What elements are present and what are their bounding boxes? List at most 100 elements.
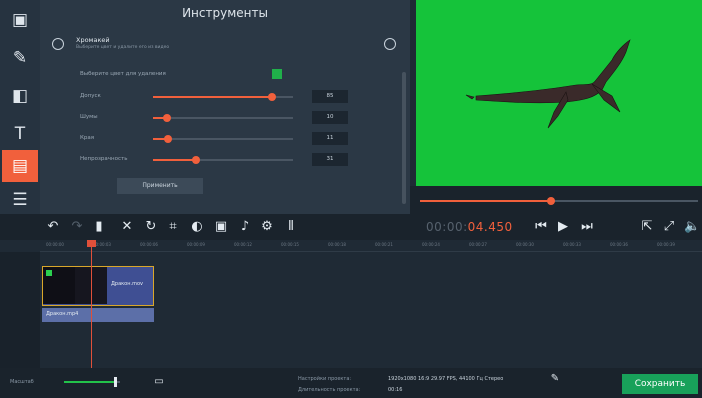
pick-color-row: Выберите цвет для удаления: [80, 68, 290, 82]
project-settings-value: 1920x1080 16:9 29.97 FPS, 44100 Гц Стере…: [388, 376, 504, 382]
effect-header[interactable]: Хромакей Выберите цвет и удалите его из …: [52, 36, 404, 62]
slider-knob[interactable]: [163, 114, 171, 122]
ruler-tick: 00:00:06: [140, 242, 158, 247]
transitions-icon: ◧: [11, 86, 29, 106]
ruler-tick: 00:00:18: [328, 242, 346, 247]
ruler-tick: 00:00:24: [422, 242, 440, 247]
settings-icon[interactable]: ⚙: [260, 219, 274, 235]
back-icon[interactable]: [52, 38, 64, 50]
magic-wand-icon: ✎: [12, 48, 28, 68]
ruler-tick: 00:00:33: [563, 242, 581, 247]
edit-toolbar: ↶ ↷ ▮ ✕ ↻ ⌗ ◐ ▣ ♪ ⚙ ⦀ 00:00:04.450 ⏮ ▶ ⏭…: [0, 214, 702, 240]
apply-button[interactable]: Применить: [117, 178, 203, 194]
param-slider[interactable]: [153, 114, 293, 122]
export-icon[interactable]: ⇱: [640, 219, 654, 235]
preview-seekbar[interactable]: [420, 197, 698, 205]
param-value-field[interactable]: 10: [312, 111, 348, 124]
track-headers: [0, 252, 40, 368]
param-label: Непрозрачность: [80, 156, 128, 162]
project-settings-label: Настройки проекта:: [298, 376, 352, 382]
effect-description: Выберите цвет и удалите его из видео: [76, 45, 170, 50]
seek-knob[interactable]: [546, 197, 555, 205]
save-button[interactable]: Сохранить: [622, 374, 698, 394]
info-icon[interactable]: [384, 38, 396, 50]
param-tolerance: Допуск 85: [80, 90, 348, 104]
param-slider[interactable]: [153, 156, 293, 164]
timeline-ruler[interactable]: 00:00:00 00:00:03 00:00:06 00:00:09 00:00:12…: [40, 240, 702, 252]
param-slider[interactable]: [153, 135, 293, 143]
titles-icon: T: [14, 124, 26, 144]
delete-icon[interactable]: ▮: [92, 219, 106, 235]
transitions-button[interactable]: ◧: [2, 80, 38, 112]
redo-icon[interactable]: ↷: [70, 219, 84, 235]
preview-seekbar-area: [410, 186, 702, 214]
ruler-tick: 00:00:00: [46, 242, 64, 247]
ruler-tick: 00:00:30: [516, 242, 534, 247]
audio-clip-name: Дракон.mp4: [46, 311, 79, 317]
sticker-icon: ▤: [11, 156, 29, 176]
crop-icon[interactable]: ⌗: [166, 219, 180, 235]
panel-title: Инструменты: [182, 6, 268, 20]
next-frame-icon[interactable]: ⏭: [580, 219, 594, 235]
stickers-button[interactable]: ▤: [2, 150, 38, 182]
param-slider[interactable]: [153, 93, 293, 101]
timecode-current: 04.450: [467, 220, 513, 234]
ruler-tick: 00:00:15: [281, 242, 299, 247]
fit-timeline-icon[interactable]: ▭: [152, 374, 166, 390]
filters-button[interactable]: ✎: [2, 42, 38, 74]
zoom-knob[interactable]: [114, 377, 118, 387]
tools-panel: Инструменты Хромакей Выберите цвет и уда…: [40, 0, 410, 214]
param-label: Допуск: [80, 93, 101, 99]
param-label: Края: [80, 135, 95, 141]
param-opacity: Непрозрачность 31: [80, 153, 348, 167]
panel-scrollbar[interactable]: [402, 72, 406, 204]
import-button[interactable]: ▣: [2, 4, 38, 36]
rotate-icon[interactable]: ↻: [144, 219, 158, 235]
video-import-icon: ▣: [11, 10, 29, 30]
ruler-tick: 00:00:39: [657, 242, 675, 247]
clip-name: Дракон.mov: [111, 281, 143, 287]
undo-icon[interactable]: ↶: [46, 219, 60, 235]
fullscreen-icon[interactable]: ⤢: [662, 219, 676, 235]
param-label: Шумы: [80, 114, 98, 120]
pick-color-label: Выберите цвет для удаления: [80, 71, 166, 77]
effect-name: Хромакей: [76, 36, 110, 44]
tool-rail: ▣ ✎ ◧ T ▤ ☰: [0, 0, 40, 214]
scale-label: Масштаб: [10, 379, 34, 385]
image-icon[interactable]: ▣: [214, 219, 228, 235]
play-icon[interactable]: ▶: [556, 219, 570, 235]
slider-knob[interactable]: [192, 156, 201, 164]
equalizer-icon[interactable]: ⦀: [284, 219, 298, 235]
ruler-tick: 00:00:27: [469, 242, 487, 247]
prev-frame-icon[interactable]: ⏮: [534, 219, 548, 235]
video-clip[interactable]: Дракон.mov: [42, 266, 154, 306]
color-adjust-icon[interactable]: ◐: [190, 219, 204, 235]
audio-icon[interactable]: ♪: [238, 219, 252, 235]
param-value-field[interactable]: 11: [312, 132, 348, 145]
slider-knob[interactable]: [268, 93, 276, 101]
project-duration-label: Длительность проекта:: [298, 387, 361, 393]
color-swatch[interactable]: [272, 69, 282, 79]
playhead[interactable]: [91, 242, 92, 368]
clip-badge-icon: [46, 270, 52, 276]
menu-icon: ☰: [12, 190, 28, 210]
timeline: Дракон.mov Дракон.mp4: [0, 252, 702, 368]
ruler-tick: 00:00:12: [234, 242, 252, 247]
edit-settings-icon[interactable]: ✎: [548, 371, 562, 387]
timecode-prefix: 00:00:: [426, 220, 468, 234]
param-value-field[interactable]: 31: [312, 153, 348, 166]
more-tools-button[interactable]: ☰: [2, 184, 38, 216]
ruler-tick: 00:00:09: [187, 242, 205, 247]
slider-knob[interactable]: [164, 135, 173, 143]
volume-icon[interactable]: 🔈: [684, 219, 700, 235]
audio-clip[interactable]: Дракон.mp4: [42, 308, 154, 322]
status-bar: Масштаб ▭ Настройки проекта: 1920x1080 1…: [0, 368, 702, 398]
dragon-image: [465, 39, 631, 129]
split-icon[interactable]: ✕: [120, 219, 134, 235]
video-preview: [416, 0, 702, 186]
param-value-field[interactable]: 85: [312, 90, 348, 103]
project-duration-value: 00:16: [388, 387, 403, 393]
param-noise: Шумы 10: [80, 111, 348, 125]
zoom-slider[interactable]: [64, 377, 120, 387]
titles-button[interactable]: T: [2, 118, 38, 150]
